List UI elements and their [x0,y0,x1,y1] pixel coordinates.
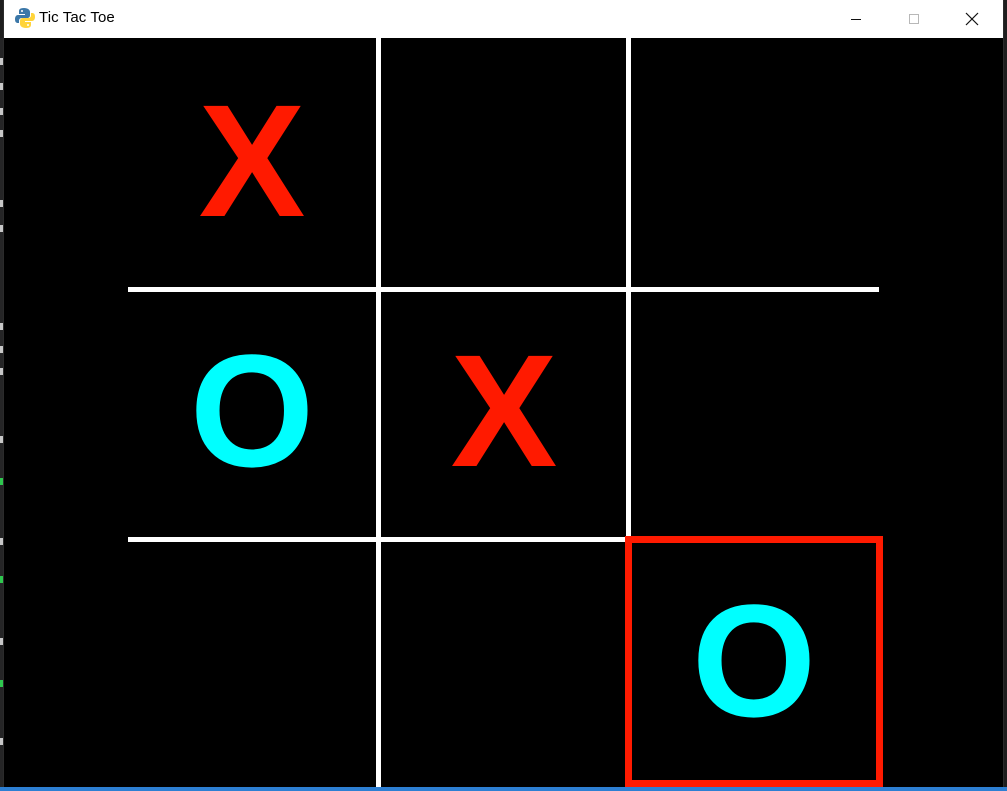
background-text-fragment [0,638,3,645]
background-text-fragment [0,323,3,330]
background-text-fragment [0,108,3,115]
board-cell-2[interactable] [629,38,879,288]
cell-mark: O [691,571,817,750]
board-cell-7[interactable] [379,538,629,788]
background-text-fragment [0,576,3,583]
board-cell-4[interactable]: X [379,288,629,538]
board-cell-8[interactable]: O [629,538,879,788]
board-cell-1[interactable] [379,38,629,288]
background-text-fragment [0,738,3,745]
minimize-icon [851,18,861,20]
background-text-fragment [0,538,3,545]
background-text-fragment [0,346,3,353]
background-text-fragment [0,368,3,375]
maximize-icon [909,14,919,24]
background-text-fragment [0,680,3,687]
board-cell-3[interactable]: O [127,288,377,538]
background-text-fragment [0,83,3,90]
board-cell-6[interactable] [127,538,377,788]
background-text-fragment [0,200,3,207]
cell-mark: O [189,321,315,500]
background-text-fragment [0,436,3,443]
title-bar[interactable]: Tic Tac Toe [4,0,1003,38]
board-cell-5[interactable] [629,288,879,538]
game-window: Tic Tac Toe X O X O [4,0,1003,787]
window-title: Tic Tac Toe [39,9,115,26]
desktop: Tic Tac Toe X O X O [0,0,1007,791]
minimize-button[interactable] [829,0,883,38]
cell-mark: X [450,321,558,500]
maximize-button[interactable] [887,0,941,38]
close-button[interactable] [945,0,999,38]
background-text-fragment [0,225,3,232]
game-board: X O X O [4,38,1003,787]
taskbar-edge [0,787,1007,791]
background-text-fragment [0,58,3,65]
close-icon [965,12,979,26]
background-text-fragment [0,130,3,137]
board-cell-0[interactable]: X [127,38,377,288]
python-icon [15,8,35,28]
background-text-fragment [0,478,3,485]
cell-mark: X [198,71,306,250]
